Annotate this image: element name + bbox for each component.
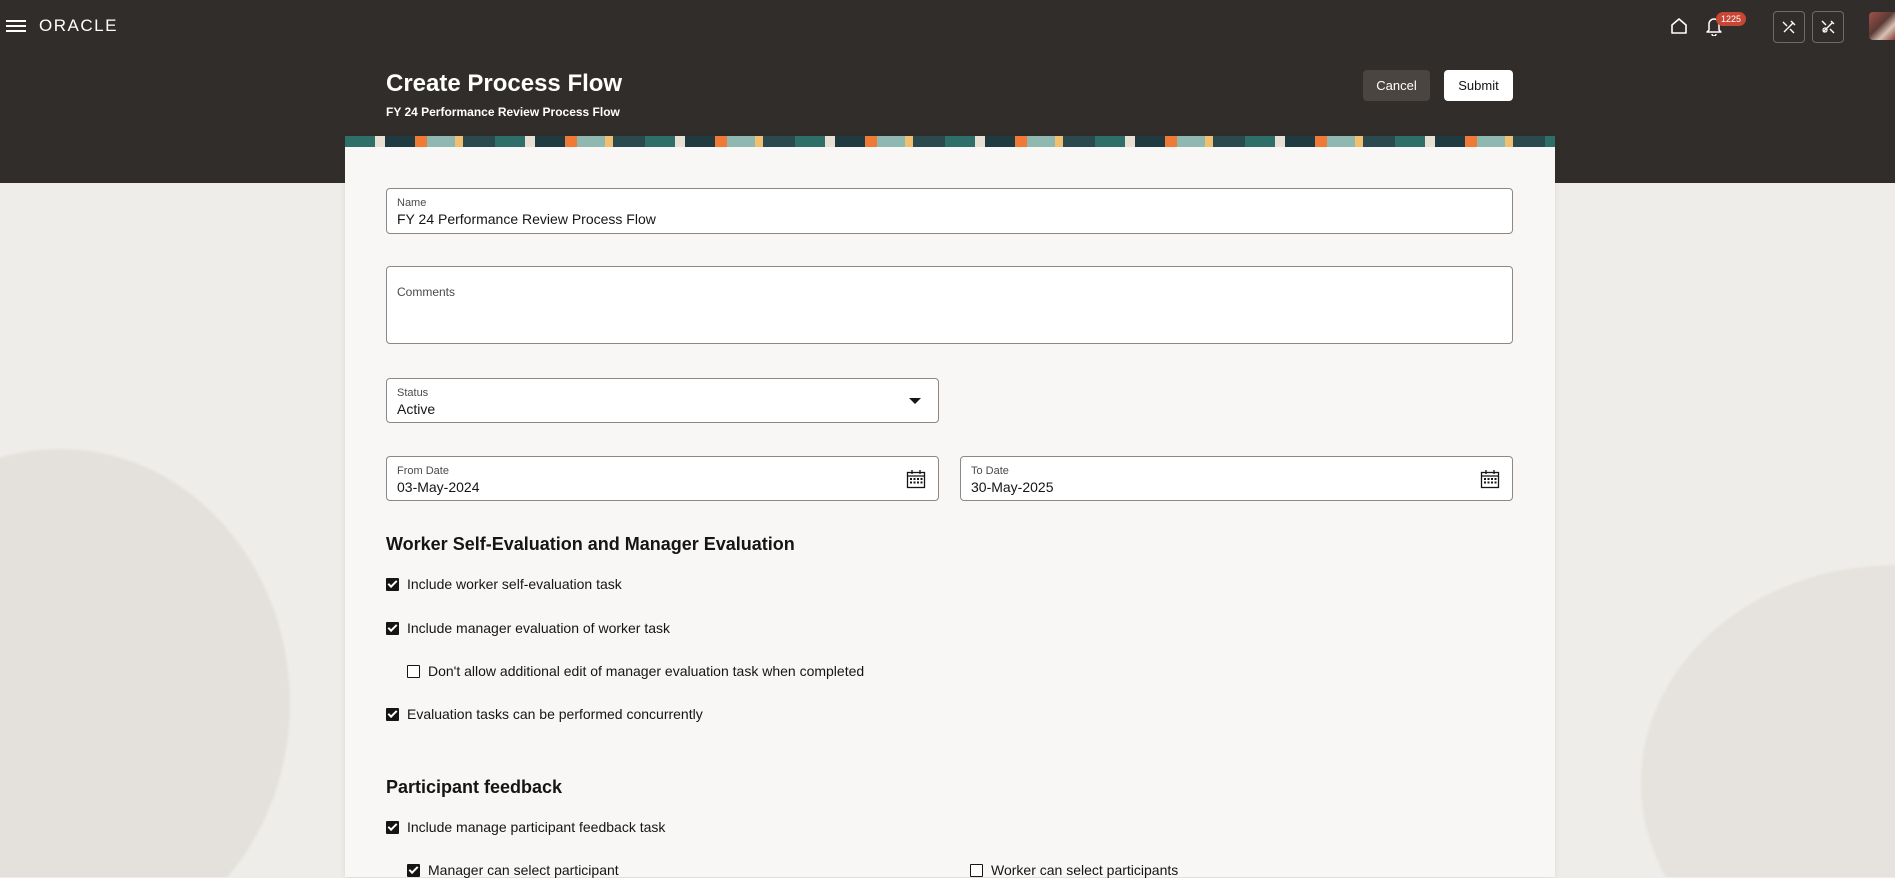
calendar-icon[interactable] xyxy=(1480,469,1500,489)
status-select[interactable]: Status Active xyxy=(386,378,939,423)
tools-icon[interactable] xyxy=(1773,11,1805,43)
checkbox-label: Include worker self-evaluation task xyxy=(407,576,622,592)
option-worker-select-participants[interactable]: Worker can select participants xyxy=(970,862,1178,878)
page-subtitle: FY 24 Performance Review Process Flow xyxy=(386,105,620,119)
from-date-label: From Date xyxy=(397,465,449,477)
name-field[interactable]: Name FY 24 Performance Review Process Fl… xyxy=(386,188,1513,234)
option-no-additional-edit[interactable]: Don't allow additional edit of manager e… xyxy=(407,663,864,679)
checkbox[interactable] xyxy=(386,820,399,834)
comments-field[interactable]: Comments xyxy=(386,266,1513,344)
name-label: Name xyxy=(397,197,427,209)
option-concurrent-tasks[interactable]: Evaluation tasks can be performed concur… xyxy=(386,706,703,722)
decorative-banner xyxy=(345,136,1555,147)
checkbox-label: Manager can select participant xyxy=(428,862,619,878)
submit-button[interactable]: Submit xyxy=(1444,70,1513,101)
to-date-value[interactable]: 30-May-2025 xyxy=(971,479,1054,495)
cancel-button[interactable]: Cancel xyxy=(1363,70,1430,101)
form-card: Name FY 24 Performance Review Process Fl… xyxy=(345,136,1555,878)
notification-badge: 1225 xyxy=(1716,12,1747,26)
option-manager-evaluation[interactable]: Include manager evaluation of worker tas… xyxy=(386,620,670,636)
from-date-value[interactable]: 03-May-2024 xyxy=(397,479,480,495)
status-value: Active xyxy=(397,401,436,417)
name-value[interactable]: FY 24 Performance Review Process Flow xyxy=(397,211,656,227)
checkbox-label: Evaluation tasks can be performed concur… xyxy=(407,706,703,722)
checkbox[interactable] xyxy=(386,621,399,635)
checkbox[interactable] xyxy=(386,577,399,591)
checkbox[interactable] xyxy=(407,863,420,877)
to-date-field[interactable]: To Date 30-May-2025 xyxy=(960,456,1513,501)
home-icon[interactable] xyxy=(1665,12,1693,40)
user-avatar[interactable] xyxy=(1869,12,1895,40)
checkbox-label: Don't allow additional edit of manager e… xyxy=(428,663,865,679)
page-title: Create Process Flow xyxy=(386,70,623,97)
option-worker-self-evaluation[interactable]: Include worker self-evaluation task xyxy=(386,576,622,592)
chevron-down-icon[interactable] xyxy=(909,398,921,404)
feedback-section-title: Participant feedback xyxy=(386,777,563,797)
checkbox-label: Include manage participant feedback task xyxy=(407,819,666,835)
checkbox[interactable] xyxy=(407,664,420,678)
checkbox[interactable] xyxy=(386,707,399,721)
calendar-icon[interactable] xyxy=(906,469,926,489)
comments-label: Comments xyxy=(397,285,456,299)
status-label: Status xyxy=(397,387,429,399)
oracle-logo[interactable]: ORACLE xyxy=(39,16,118,36)
menu-icon[interactable] xyxy=(6,17,26,35)
evaluation-section-title: Worker Self-Evaluation and Manager Evalu… xyxy=(386,534,795,554)
checkbox[interactable] xyxy=(970,863,983,877)
to-date-label: To Date xyxy=(971,465,1009,477)
from-date-field[interactable]: From Date 03-May-2024 xyxy=(386,456,939,501)
option-manager-select-participant[interactable]: Manager can select participant xyxy=(407,862,619,878)
checkbox-label: Worker can select participants xyxy=(991,862,1179,878)
settings-tools-icon[interactable] xyxy=(1812,11,1844,43)
checkbox-label: Include manager evaluation of worker tas… xyxy=(407,620,671,636)
option-manage-participant-feedback[interactable]: Include manage participant feedback task xyxy=(386,819,665,835)
